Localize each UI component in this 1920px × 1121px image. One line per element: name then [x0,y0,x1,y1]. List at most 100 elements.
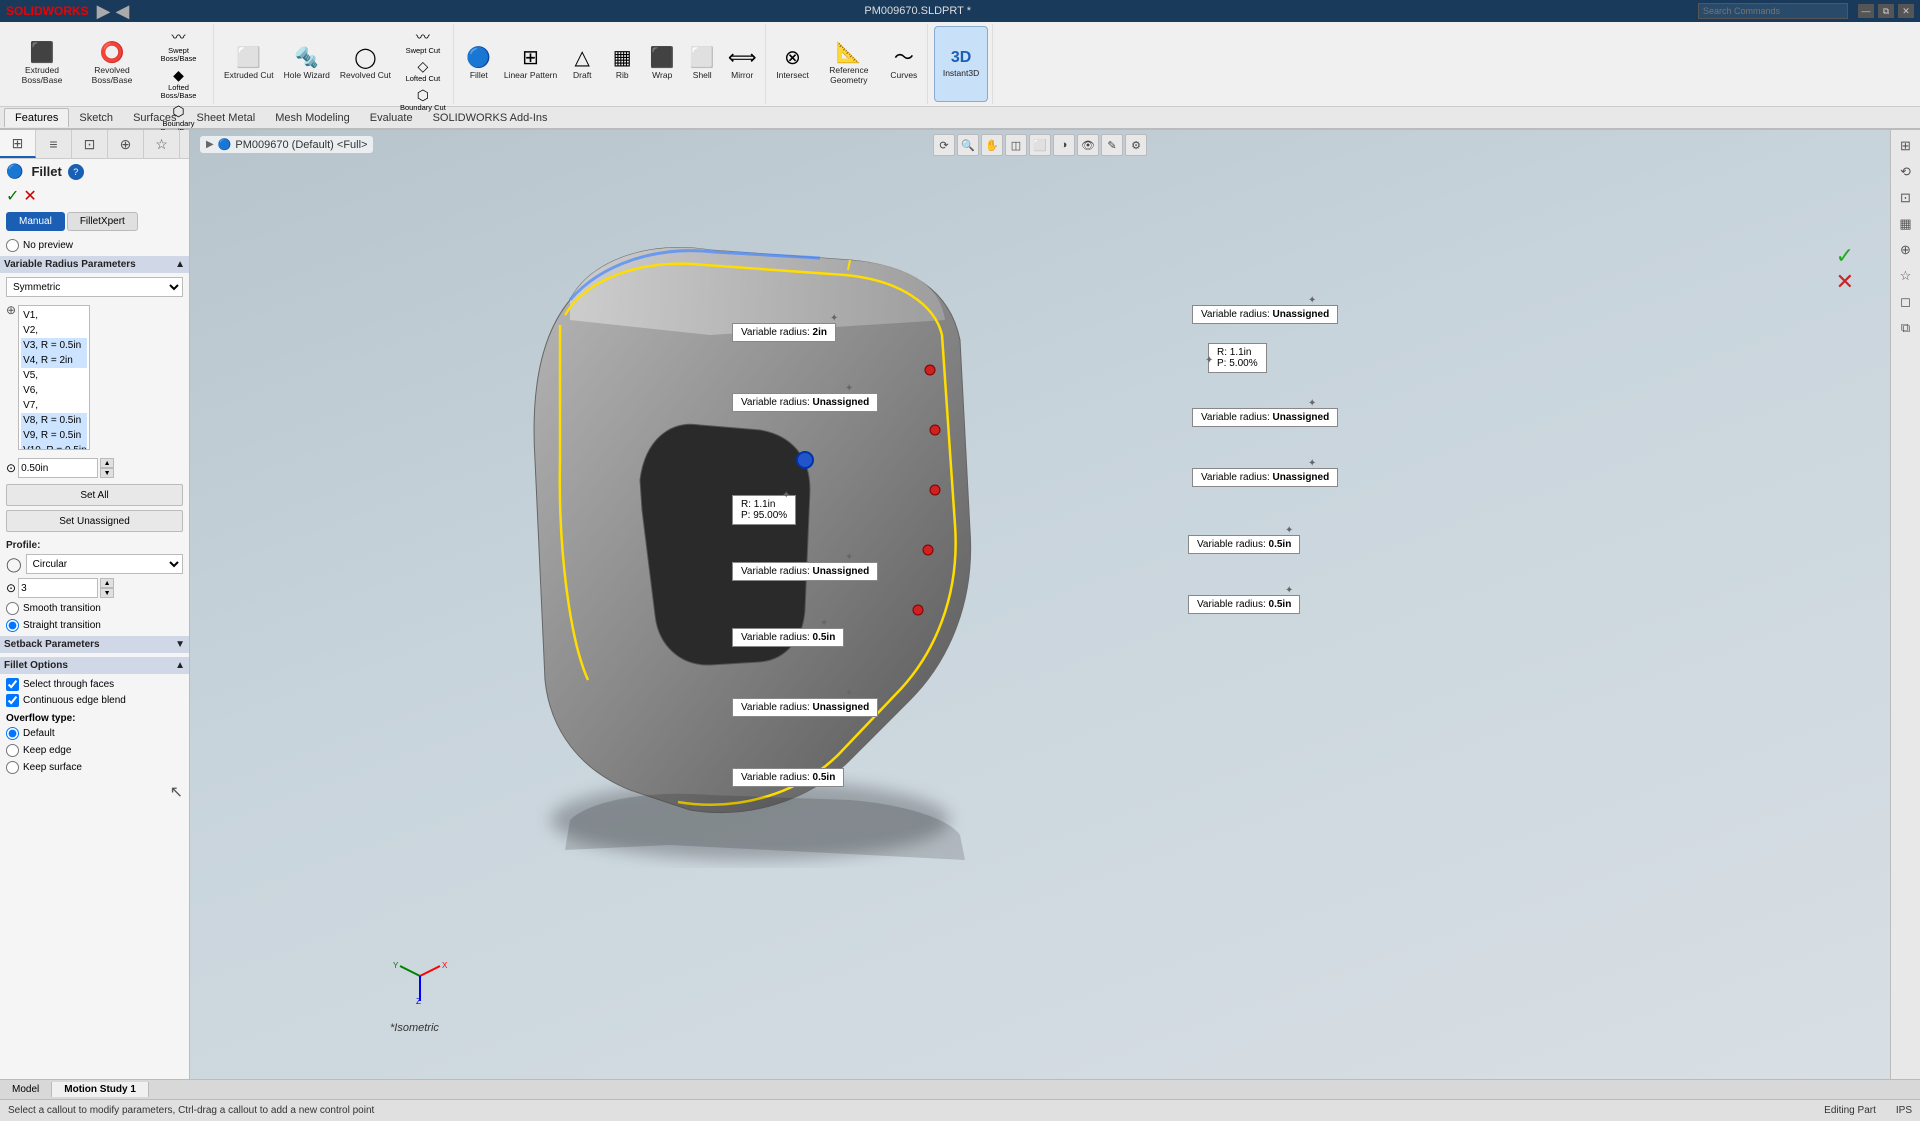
view-settings-button[interactable]: ⚙ [1125,134,1147,156]
right-panel-btn-3[interactable]: ⊡ [1894,186,1918,210]
radius-down[interactable]: ▼ [100,468,114,478]
radius-input[interactable] [18,458,98,478]
callout-05in-2[interactable]: Variable radius: 0.5in [732,768,844,787]
view-pan-button[interactable]: ✋ [981,134,1003,156]
right-panel-btn-2[interactable]: ⟲ [1894,160,1918,184]
overflow-keep-surface-radio[interactable] [6,761,19,774]
tab-sheet-metal[interactable]: Sheet Metal [186,109,265,127]
intersect-button[interactable]: ⊗ Intersect [772,26,813,102]
vertex-v6[interactable]: V6, [21,383,87,398]
swept-boss-button[interactable]: 〰 Swept Boss/Base [148,26,209,65]
no-preview-radio[interactable] [6,239,19,252]
view-hide-show-button[interactable]: 👁 [1077,134,1099,156]
view-edit-appearance-button[interactable]: ✎ [1101,134,1123,156]
mode-tab-manual[interactable]: Manual [6,212,65,231]
straight-transition-radio[interactable] [6,619,19,632]
mode-tab-filletxpert[interactable]: FilletXpert [67,212,138,231]
symmetric-dropdown[interactable]: Symmetric [6,277,183,297]
callout-right-unassigned-3[interactable]: Variable radius: Unassigned [1192,468,1338,487]
close-button[interactable]: ✕ [1898,4,1914,18]
set-unassigned-button[interactable]: Set Unassigned [6,510,183,532]
ok-button[interactable]: ✓ [6,186,19,206]
vertex-v7[interactable]: V7, [21,398,87,413]
right-panel-btn-4[interactable]: ▦ [1894,212,1918,236]
minimize-button[interactable]: — [1858,4,1874,18]
callout-unassigned-3[interactable]: Variable radius: Unassigned [732,698,878,717]
right-panel-btn-5[interactable]: ⊕ [1894,238,1918,262]
extruded-boss-button[interactable]: ⬛ Extruded Boss/Base [8,26,76,102]
vertex-v10[interactable]: V10, R = 0.5in [21,443,87,450]
profile-value-input[interactable] [18,578,98,598]
view-rotate-button[interactable]: ⟳ [933,134,955,156]
panel-tab-3[interactable]: ⊕ [108,130,144,158]
help-button[interactable]: ? [68,164,84,180]
panel-tab-4[interactable]: ☆ [144,130,180,158]
search-commands-input[interactable] [1698,3,1848,19]
tab-features[interactable]: Features [4,108,69,127]
callout-right-unassigned-2[interactable]: Variable radius: Unassigned [1192,408,1338,427]
vertex-v3[interactable]: V3, R = 0.5in [21,338,87,353]
right-panel-btn-1[interactable]: ⊞ [1894,134,1918,158]
right-panel-btn-8[interactable]: ⧉ [1894,316,1918,340]
view-display-button[interactable]: ⬜ [1029,134,1051,156]
instant3d-button[interactable]: 3D Instant3D [934,26,988,102]
tab-surfaces[interactable]: Surfaces [123,109,186,127]
revolved-boss-button[interactable]: ⭕ Revolved Boss/Base [78,26,146,102]
viewport[interactable]: ▶ 🔵 PM009670 (Default) <Full> [190,130,1890,1079]
model-tab-motion[interactable]: Motion Study 1 [52,1082,149,1097]
panel-tab-1[interactable]: ≡ [36,130,72,158]
vertex-v2[interactable]: V2, [21,323,87,338]
model-tab-model[interactable]: Model [0,1082,52,1097]
variable-radius-section[interactable]: Variable Radius Parameters ▲ [0,256,189,273]
radius-up[interactable]: ▲ [100,458,114,468]
profile-down[interactable]: ▼ [100,588,114,598]
curves-button[interactable]: 〜 Curves [885,26,923,102]
wrap-button[interactable]: ⬛ Wrap [643,26,681,102]
vertex-v1[interactable]: V1, [21,308,87,323]
swept-cut-button[interactable]: 〰 Swept Cut [397,26,449,56]
profile-type-dropdown[interactable]: Circular [26,554,183,574]
lofted-boss-button[interactable]: ◆ Lofted Boss/Base [148,66,209,102]
view-section-button[interactable]: ◫ [1005,134,1027,156]
vertex-v5[interactable]: V5, [21,368,87,383]
panel-tab-0[interactable]: ⊞ [0,130,36,158]
right-panel-btn-6[interactable]: ☆ [1894,264,1918,288]
view-zoom-button[interactable]: 🔍 [957,134,979,156]
restore-button[interactable]: ⧉ [1878,4,1894,18]
setback-section[interactable]: Setback Parameters ▼ [0,636,189,653]
mirror-button[interactable]: ⟺ Mirror [723,26,761,102]
callout-right-unassigned-1[interactable]: Variable radius: Unassigned [1192,305,1338,324]
quick-access[interactable]: ▶ ◀ [97,1,130,22]
viewport-cancel-button[interactable]: ✕ [1836,271,1854,293]
callout-v4-2in[interactable]: Variable radius: 2in [732,323,836,342]
extruded-cut-button[interactable]: ⬜ Extruded Cut [220,26,278,102]
fillet-options-section[interactable]: Fillet Options ▲ [0,657,189,674]
rib-button[interactable]: ▦ Rib [603,26,641,102]
viewport-ok-button[interactable]: ✓ [1836,245,1854,267]
overflow-default-radio[interactable] [6,727,19,740]
reference-geometry-button[interactable]: 📐 Reference Geometry [815,26,883,102]
profile-up[interactable]: ▲ [100,578,114,588]
panel-tab-2[interactable]: ⊡ [72,130,108,158]
tab-mesh-modeling[interactable]: Mesh Modeling [265,109,360,127]
callout-unassigned-2[interactable]: Variable radius: Unassigned [732,562,878,581]
callout-right-05in-2[interactable]: Variable radius: 0.5in [1188,595,1300,614]
set-all-button[interactable]: Set All [6,484,183,506]
linear-pattern-button[interactable]: ⊞ Linear Pattern [500,26,561,102]
callout-right-05in-1[interactable]: Variable radius: 0.5in [1188,535,1300,554]
overflow-keep-edge-radio[interactable] [6,744,19,757]
view-shading-button[interactable]: ◑ [1053,134,1075,156]
smooth-transition-radio[interactable] [6,602,19,615]
hole-wizard-button[interactable]: 🔩 Hole Wizard [280,26,334,102]
vertex-v4[interactable]: V4, R = 2in [21,353,87,368]
continuous-edge-blend-checkbox[interactable] [6,694,19,707]
lofted-cut-button[interactable]: ◇ Lofted Cut [397,57,449,84]
callout-unassigned-1[interactable]: Variable radius: Unassigned [732,393,878,412]
draft-button[interactable]: △ Draft [563,26,601,102]
right-panel-btn-7[interactable]: ◻ [1894,290,1918,314]
cancel-button[interactable]: ✕ [23,186,36,206]
vertex-v8[interactable]: V8, R = 0.5in [21,413,87,428]
tab-sketch[interactable]: Sketch [69,109,123,127]
vertex-v9[interactable]: V9, R = 0.5in [21,428,87,443]
revolved-cut-button[interactable]: ◯ Revolved Cut [336,26,395,102]
